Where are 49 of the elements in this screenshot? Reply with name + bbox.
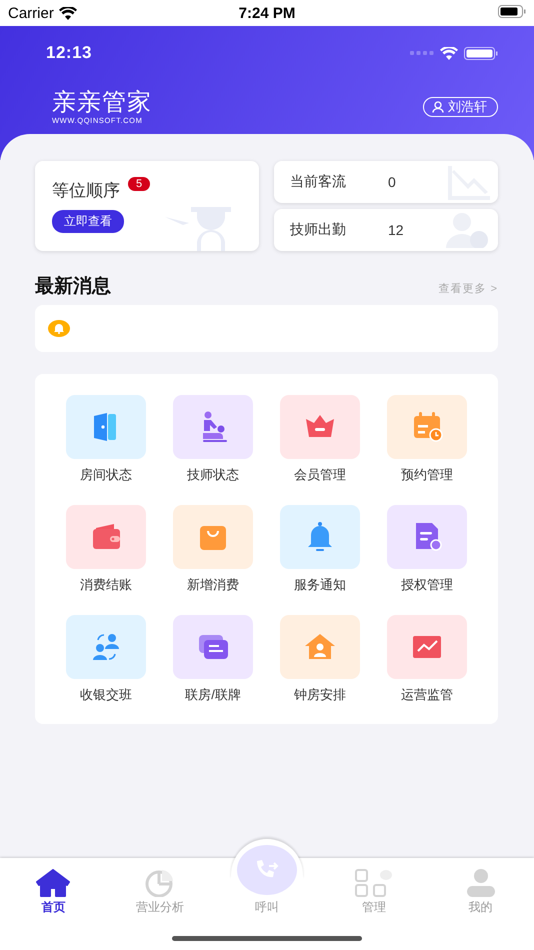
person-chart-icon	[446, 212, 490, 248]
function-label[interactable]: 房间状态	[80, 466, 132, 484]
carrier-label: Carrier	[8, 4, 54, 22]
apps-icon	[354, 869, 393, 897]
function-label[interactable]: 收银交班	[80, 686, 132, 704]
wifi-icon	[440, 46, 458, 60]
function-tile[interactable]	[280, 615, 360, 679]
function-tile[interactable]	[387, 395, 467, 459]
battery-icon	[464, 46, 498, 60]
tab-item[interactable]: 首页	[0, 866, 107, 916]
user-icon	[432, 101, 444, 113]
count-badge: 5	[128, 177, 150, 191]
function-label[interactable]: 技师状态	[187, 466, 239, 484]
function-tile[interactable]	[387, 615, 467, 679]
wifi-icon	[58, 6, 77, 20]
signal-icon	[410, 51, 434, 55]
section-title: 最新消息	[35, 274, 111, 299]
stat-label: 技师出勤	[290, 221, 346, 239]
person-icon	[466, 869, 496, 897]
function-label[interactable]: 预约管理	[401, 466, 453, 484]
function-label[interactable]: 钟房安排	[294, 686, 346, 704]
stat-label: 当前客流	[290, 173, 346, 191]
stat-value: 12	[388, 222, 404, 238]
function-tile[interactable]	[66, 615, 146, 679]
function-tile[interactable]	[66, 505, 146, 569]
battery-icon	[498, 4, 526, 18]
view-now-button[interactable]: 立即查看	[52, 210, 124, 233]
function-label[interactable]: 运营监管	[401, 686, 453, 704]
user-button[interactable]: 刘浩轩	[423, 97, 498, 117]
function-tile[interactable]	[387, 505, 467, 569]
app-logo: 亲亲管家	[52, 90, 152, 116]
function-label[interactable]: 消费结账	[80, 576, 132, 594]
function-label[interactable]: 新增消费	[187, 576, 239, 594]
clock-time: 7:24 PM	[238, 4, 296, 22]
function-label[interactable]: 授权管理	[401, 576, 453, 594]
function-tile[interactable]	[280, 395, 360, 459]
home-icon	[36, 869, 70, 897]
function-tile[interactable]	[173, 505, 253, 569]
function-tile[interactable]	[173, 615, 253, 679]
queue-title: 等位顺序	[52, 180, 120, 202]
function-tile[interactable]	[280, 505, 360, 569]
function-label[interactable]: 会员管理	[294, 466, 346, 484]
status-time: 12:13	[46, 43, 92, 63]
stat-value: 0	[388, 174, 396, 190]
function-tile[interactable]	[173, 395, 253, 459]
function-label[interactable]: 服务通知	[294, 576, 346, 594]
function-label[interactable]: 联房/联牌	[185, 686, 241, 704]
function-tile[interactable]	[66, 395, 146, 459]
bell-icon	[48, 320, 70, 337]
